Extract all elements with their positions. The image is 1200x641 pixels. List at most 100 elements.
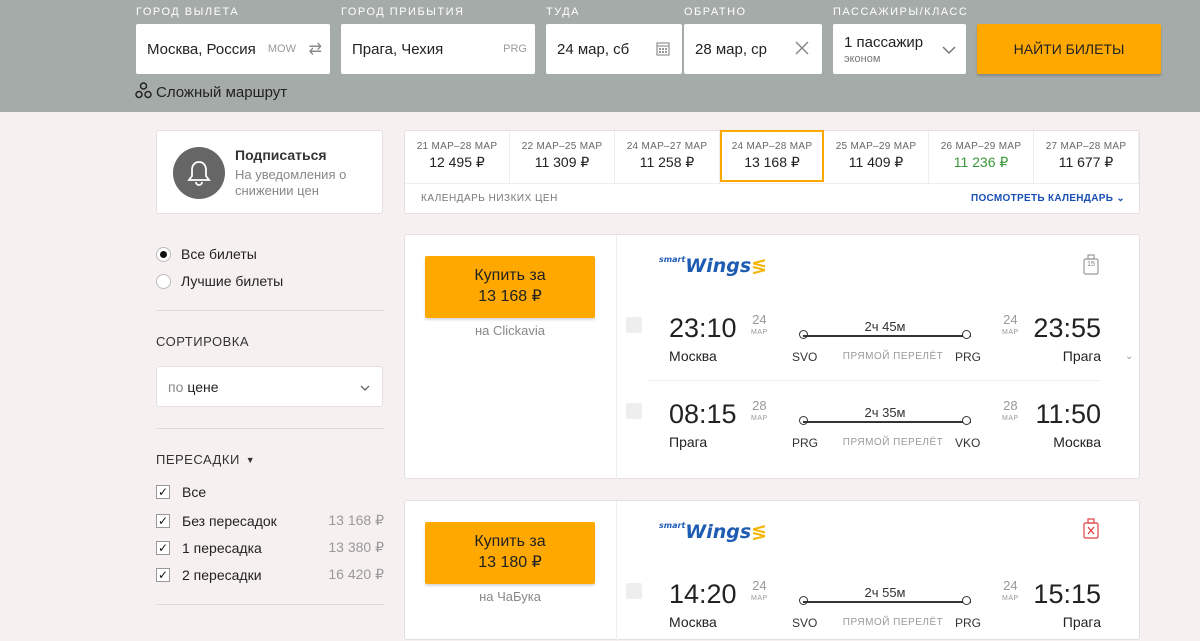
subscribe-text-line2: снижении цен xyxy=(235,183,319,198)
radio-all-tickets[interactable]: Все билеты xyxy=(156,246,257,262)
subscribe-title: Подписаться xyxy=(235,147,327,163)
bell-icon xyxy=(173,147,225,199)
segment-divider xyxy=(648,380,1100,381)
departure-airport: PRG xyxy=(792,436,819,450)
segment-checkbox[interactable] xyxy=(626,403,642,419)
sort-prefix: по xyxy=(168,378,184,395)
ticket-card: Купить за 13 168 ₽ на Clickavia smartWings≶… xyxy=(404,234,1140,479)
calendar-cell[interactable]: 21 МАР–28 МАР 12 495 ₽ xyxy=(405,131,510,183)
buy-price: 13 180 ₽ xyxy=(478,554,542,571)
airline-logo-name: Wings xyxy=(685,255,752,277)
no-baggage-icon[interactable] xyxy=(1083,518,1099,545)
stops-option-label: 1 пересадка xyxy=(182,539,262,556)
agent-name: на ЧаБука xyxy=(479,589,541,604)
arrival-date: 28 МАР xyxy=(1002,399,1019,425)
stops-option[interactable]: ✓ Без пересадок 13 168 ₽ xyxy=(156,512,384,529)
buy-price: 13 168 ₽ xyxy=(478,288,542,305)
return-date-field[interactable]: 28 мар, ср xyxy=(684,24,822,74)
subscribe-text: На уведомления о снижении цен xyxy=(235,167,346,199)
to-value: Прага, Чехия xyxy=(352,40,444,58)
calendar-icon[interactable] xyxy=(656,41,670,60)
arrival-day: 24 xyxy=(1003,578,1018,593)
stops-option[interactable]: ✓ 1 пересадка 13 380 ₽ xyxy=(156,539,384,556)
calendar-cell[interactable]: 22 МАР–25 МАР 11 309 ₽ xyxy=(510,131,615,183)
calendar-cell-price: 11 309 ₽ xyxy=(534,154,590,170)
direct-flight-label: ПРЯМОЙ ПЕРЕЛЁТ xyxy=(842,351,944,362)
calendar-cell-price: 11 258 ₽ xyxy=(639,154,695,170)
stops-option[interactable]: ✓ 2 пересадки 16 420 ₽ xyxy=(156,566,384,583)
arrival-date: 24 МАР xyxy=(1002,579,1019,605)
calendar-cell-price: 13 168 ₽ xyxy=(744,154,800,170)
calendar-cell[interactable]: 27 МАР–28 МАР 11 677 ₽ xyxy=(1034,131,1139,183)
calendar-cell-price: 11 409 ₽ xyxy=(848,154,904,170)
expand-chevron-icon[interactable]: ⌄ xyxy=(1125,351,1133,362)
agent-name: на Clickavia xyxy=(474,323,546,338)
calendar-cell-range: 26 МАР–29 МАР xyxy=(940,141,1022,152)
clear-return-icon[interactable] xyxy=(794,40,810,60)
checkbox-checked-icon[interactable]: ✓ xyxy=(156,567,170,582)
calendar-cell-range: 24 МАР–28 МАР xyxy=(731,141,813,152)
complex-route-link[interactable]: Сложный маршрут xyxy=(135,82,287,103)
checkbox-checked-icon[interactable]: ✓ xyxy=(156,485,170,499)
triangle-down-icon: ▼ xyxy=(245,454,256,465)
segment-checkbox[interactable] xyxy=(626,317,642,333)
depart-date-field[interactable]: 24 мар, сб xyxy=(546,24,682,74)
view-calendar-label: ПОСМОТРЕТЬ КАЛЕНДАРЬ xyxy=(970,193,1114,204)
checkbox-checked-icon[interactable]: ✓ xyxy=(156,513,170,528)
baggage-weight: 15 xyxy=(1087,261,1095,268)
sort-select[interactable]: по цене xyxy=(156,366,383,407)
airline-logo: smartWings≶ xyxy=(659,255,767,277)
radio-best-tickets[interactable]: Лучшие билеты xyxy=(156,273,283,289)
baggage-icon[interactable]: 15 xyxy=(1083,254,1099,276)
subscribe-card[interactable]: Подписаться На уведомления о снижении це… xyxy=(156,130,383,214)
buy-button[interactable]: Купить за 13 180 ₽ xyxy=(425,522,595,584)
calendar-cell[interactable]: 24 МАР–27 МАР 11 258 ₽ xyxy=(615,131,720,183)
checkbox-checked-icon[interactable]: ✓ xyxy=(156,540,170,555)
arrival-city: Прага xyxy=(1062,348,1101,364)
buy-label: Купить за xyxy=(474,533,546,550)
stops-title-label: ПЕРЕСАДКИ xyxy=(156,452,240,467)
calendar-cell[interactable]: 24 МАР–28 МАР 13 168 ₽ xyxy=(720,130,824,182)
buy-button[interactable]: Купить за 13 168 ₽ xyxy=(425,256,595,318)
flight-segment: 23:10 24 МАР Москва 2ч 45м SVO ПРЯМОЙ ПЕРЕЛЁТ P… xyxy=(669,313,1101,373)
airline-logo-name: Wings xyxy=(685,521,752,543)
stops-option[interactable]: ✓ Все xyxy=(156,484,384,500)
direct-flight-label: ПРЯМОЙ ПЕРЕЛЁТ xyxy=(842,437,944,448)
to-field[interactable]: Прага, Чехия PRG xyxy=(341,24,535,74)
calendar-cell-range: 21 МАР–28 МАР xyxy=(416,141,498,152)
arrival-date: 24 МАР xyxy=(1002,313,1019,339)
return-label: ОБРАТНО xyxy=(684,6,747,18)
sort-title: СОРТИРОВКА xyxy=(156,334,249,349)
passengers-field[interactable]: 1 пассажир эконом xyxy=(833,24,966,74)
arrival-day: 24 xyxy=(1003,312,1018,327)
stops-title[interactable]: ПЕРЕСАДКИ ▼ xyxy=(156,452,255,467)
airline-logo-small: smart xyxy=(659,255,686,264)
calendar-cell-price: 11 677 ₽ xyxy=(1058,154,1114,170)
swap-icon[interactable]: ⇄ xyxy=(309,39,322,59)
all-tickets-label: Все билеты xyxy=(181,246,257,262)
arrival-airport: PRG xyxy=(955,350,982,364)
from-value: Москва, Россия xyxy=(147,40,256,58)
stops-option-price: 16 420 ₽ xyxy=(328,566,384,582)
return-value: 28 мар, ср xyxy=(695,40,768,58)
stops-option-label: Все xyxy=(182,484,207,500)
to-code: PRG xyxy=(503,43,527,55)
stops-option-price: 13 380 ₽ xyxy=(328,539,384,555)
chevron-down-icon xyxy=(942,43,956,59)
arrival-month: МАР xyxy=(1002,595,1019,602)
find-tickets-button[interactable]: НАЙТИ БИЛЕТЫ xyxy=(977,24,1161,74)
route-line xyxy=(803,421,971,423)
divider xyxy=(156,604,384,605)
divider xyxy=(156,428,384,429)
low-price-calendar: 21 МАР–28 МАР 12 495 ₽ 22 МАР–25 МАР 11 309… xyxy=(404,130,1140,214)
calendar-cell-range: 27 МАР–28 МАР xyxy=(1045,141,1127,152)
from-field[interactable]: Москва, Россия MOW ⇄ xyxy=(136,24,330,74)
stops-option-price: 13 168 ₽ xyxy=(328,512,384,528)
flight-segment: 08:15 28 МАР Прага 2ч 35м PRG ПРЯМОЙ ПЕРЕЛЁТ VK… xyxy=(669,399,1101,459)
departure-city: Москва xyxy=(669,614,717,630)
calendar-cell[interactable]: 25 МАР–29 МАР 11 409 ₽ xyxy=(824,131,929,183)
pax-label: ПАССАЖИРЫ/КЛАСС xyxy=(833,6,969,18)
segment-checkbox[interactable] xyxy=(626,583,642,599)
view-calendar-link[interactable]: ПОСМОТРЕТЬ КАЛЕНДАРЬ ⌄ xyxy=(971,193,1125,204)
calendar-cell[interactable]: 26 МАР–29 МАР 11 236 ₽ xyxy=(929,131,1034,183)
